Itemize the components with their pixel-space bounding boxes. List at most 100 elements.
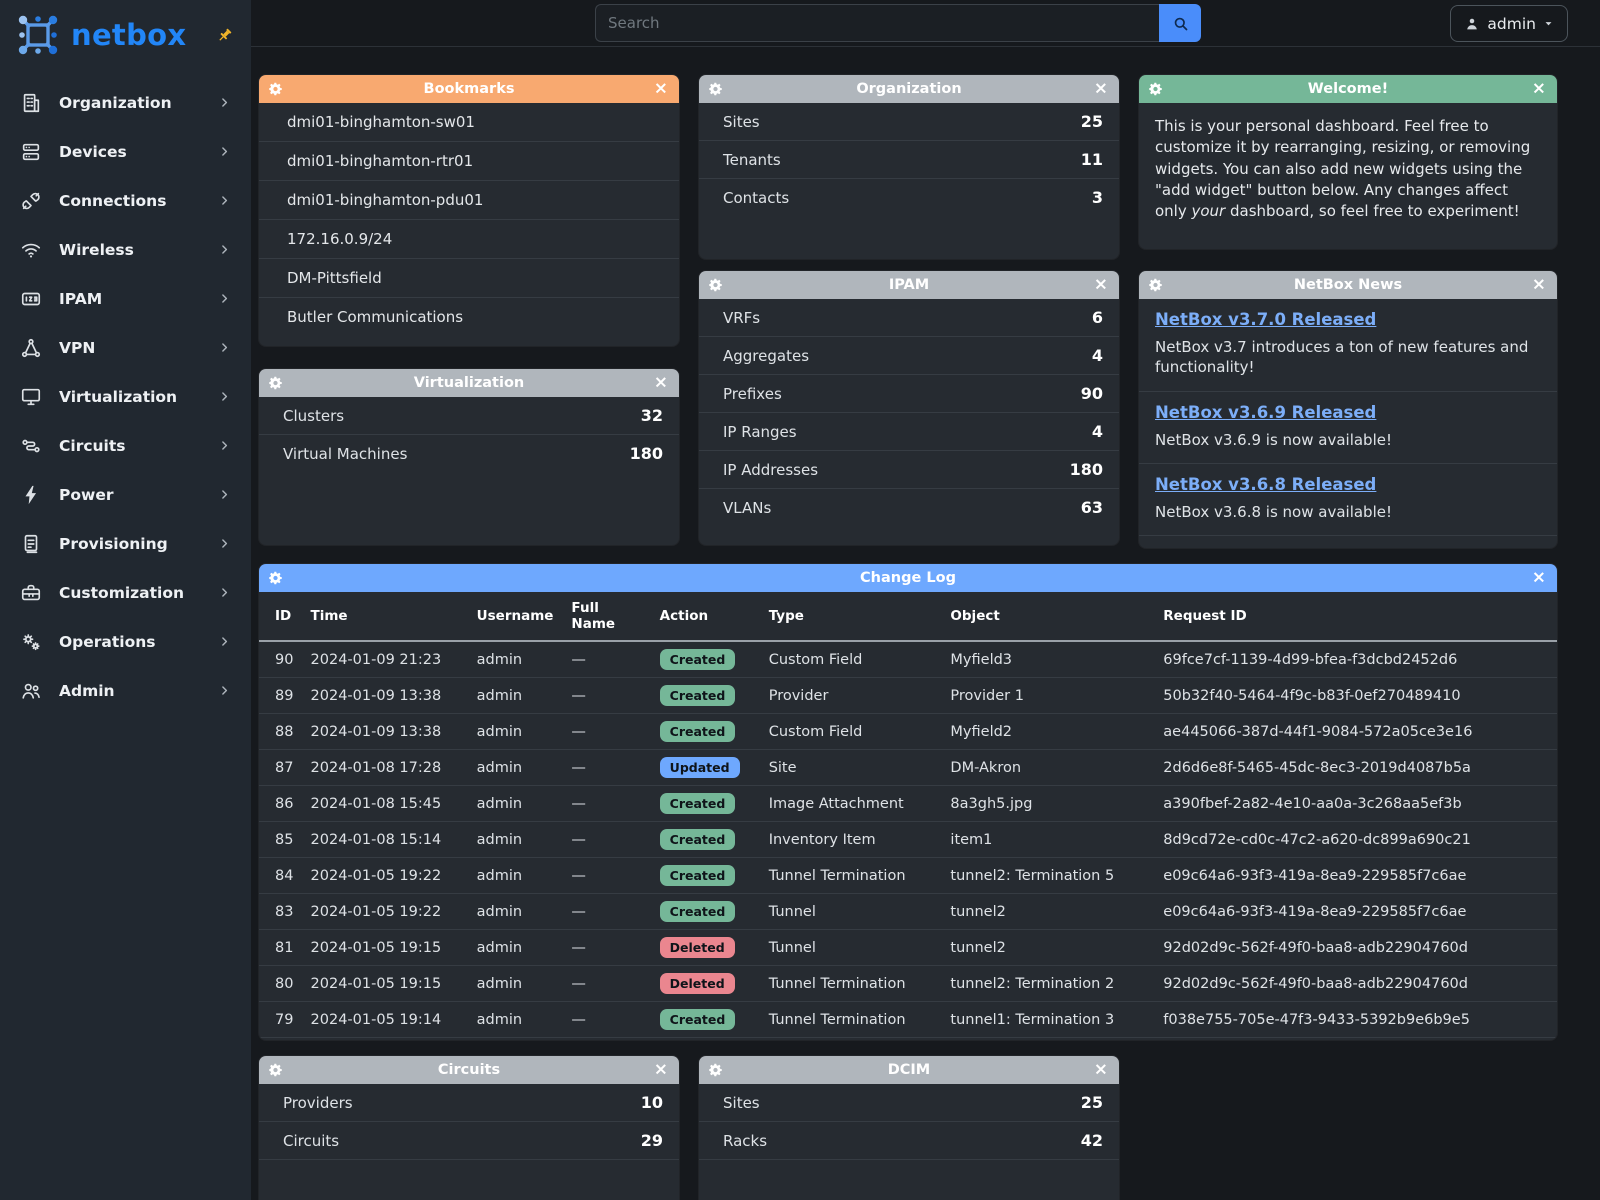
- change-time-link[interactable]: 2024-01-08 15:45: [301, 786, 467, 822]
- change-time-link[interactable]: 2024-01-08 15:14: [301, 822, 467, 858]
- change-time-link[interactable]: 2024-01-09 21:23: [301, 641, 467, 678]
- stat-value[interactable]: 3: [1092, 188, 1103, 207]
- request-id-link[interactable]: 8d9cd72e-cd0c-47c2-a620-dc899a690c21: [1153, 822, 1557, 858]
- stat-label-virtual-machines[interactable]: Virtual Machines: [283, 445, 407, 463]
- stat-label-vrfs[interactable]: VRFs: [723, 309, 760, 327]
- gear-icon[interactable]: [708, 278, 723, 293]
- change-object-link[interactable]: item1: [940, 822, 1153, 858]
- stat-label-aggregates[interactable]: Aggregates: [723, 347, 809, 365]
- stat-value[interactable]: 180: [1070, 460, 1103, 479]
- request-id-link[interactable]: 92d02d9c-562f-49f0-baa8-adb22904760d: [1153, 966, 1557, 1002]
- change-object-link[interactable]: tunnel2: [940, 894, 1153, 930]
- sidebar-item-virtualization[interactable]: Virtualization: [0, 372, 251, 421]
- change-id-link[interactable]: 84: [259, 858, 301, 894]
- stat-label-tenants[interactable]: Tenants: [723, 151, 781, 169]
- bookmark-item[interactable]: dmi01-binghamton-rtr01: [259, 142, 679, 181]
- change-id-link[interactable]: 90: [259, 641, 301, 678]
- request-id-link[interactable]: e09c64a6-93f3-419a-8ea9-229585f7c6ae: [1153, 858, 1557, 894]
- stat-value[interactable]: 25: [1081, 112, 1103, 131]
- stat-label-sites[interactable]: Sites: [723, 113, 760, 131]
- stat-label-sites[interactable]: Sites: [723, 1094, 760, 1112]
- change-id-link[interactable]: 88: [259, 714, 301, 750]
- stat-label-ip-addresses[interactable]: IP Addresses: [723, 461, 818, 479]
- sidebar-item-provisioning[interactable]: Provisioning: [0, 519, 251, 568]
- gear-icon[interactable]: [708, 1063, 723, 1078]
- stat-label-circuits[interactable]: Circuits: [283, 1132, 339, 1150]
- change-id-link[interactable]: 80: [259, 966, 301, 1002]
- stat-value[interactable]: 4: [1092, 422, 1103, 441]
- change-time-link[interactable]: 2024-01-05 19:22: [301, 894, 467, 930]
- sidebar-item-power[interactable]: Power: [0, 470, 251, 519]
- close-icon[interactable]: ×: [1532, 81, 1546, 98]
- bookmark-item[interactable]: DM-Pittsfield: [259, 259, 679, 298]
- gear-icon[interactable]: [268, 571, 283, 586]
- change-id-link[interactable]: 83: [259, 894, 301, 930]
- brand-name[interactable]: netbox: [71, 18, 186, 52]
- gear-icon[interactable]: [708, 82, 723, 97]
- close-icon[interactable]: ×: [1094, 81, 1108, 98]
- stat-label-contacts[interactable]: Contacts: [723, 189, 789, 207]
- sidebar-item-wireless[interactable]: Wireless: [0, 225, 251, 274]
- close-icon[interactable]: ×: [1532, 570, 1546, 587]
- stat-value[interactable]: 25: [1081, 1093, 1103, 1112]
- stat-value[interactable]: 4: [1092, 346, 1103, 365]
- close-icon[interactable]: ×: [654, 81, 668, 98]
- change-object-link[interactable]: Myfield2: [940, 714, 1153, 750]
- stat-value[interactable]: 32: [641, 406, 663, 425]
- gear-icon[interactable]: [1148, 82, 1163, 97]
- stat-value[interactable]: 11: [1081, 150, 1103, 169]
- change-time-link[interactable]: 2024-01-05 19:15: [301, 966, 467, 1002]
- change-time-link[interactable]: 2024-01-05 19:22: [301, 858, 467, 894]
- change-object-link[interactable]: Provider 1: [940, 678, 1153, 714]
- request-id-link[interactable]: 2d6d6e8f-5465-45dc-8ec3-2019d4087b5a: [1153, 750, 1557, 786]
- netbox-logo-icon[interactable]: [14, 11, 62, 59]
- stat-label-vlans[interactable]: VLANs: [723, 499, 771, 517]
- change-time-link[interactable]: 2024-01-08 17:28: [301, 750, 467, 786]
- sidebar-item-connections[interactable]: Connections: [0, 176, 251, 225]
- sidebar-item-devices[interactable]: Devices: [0, 127, 251, 176]
- change-id-link[interactable]: 89: [259, 678, 301, 714]
- change-id-link[interactable]: 85: [259, 822, 301, 858]
- search-button[interactable]: [1159, 4, 1201, 42]
- news-link[interactable]: NetBox v3.6.8 Released: [1155, 475, 1376, 494]
- gear-icon[interactable]: [268, 376, 283, 391]
- request-id-link[interactable]: 50b32f40-5464-4f9c-b83f-0ef270489410: [1153, 678, 1557, 714]
- news-link[interactable]: NetBox v3.6.9 Released: [1155, 403, 1376, 422]
- request-id-link[interactable]: 92d02d9c-562f-49f0-baa8-adb22904760d: [1153, 930, 1557, 966]
- sidebar-item-customization[interactable]: Customization: [0, 568, 251, 617]
- request-id-link[interactable]: f038e755-705e-47f3-9433-5392b9e6b9e5: [1153, 1002, 1557, 1038]
- change-object-link[interactable]: tunnel2: Termination 5: [940, 858, 1153, 894]
- bookmark-item[interactable]: dmi01-binghamton-pdu01: [259, 181, 679, 220]
- stat-label-providers[interactable]: Providers: [283, 1094, 353, 1112]
- stat-value[interactable]: 6: [1092, 308, 1103, 327]
- stat-value[interactable]: 29: [641, 1131, 663, 1150]
- user-menu-button[interactable]: admin: [1450, 5, 1568, 42]
- close-icon[interactable]: ×: [654, 375, 668, 392]
- news-link[interactable]: NetBox v3.7.0 Released: [1155, 310, 1376, 329]
- bookmark-item[interactable]: dmi01-binghamton-sw01: [259, 103, 679, 142]
- sidebar-item-operations[interactable]: Operations: [0, 617, 251, 666]
- change-time-link[interactable]: 2024-01-05 19:14: [301, 1002, 467, 1038]
- sidebar-item-admin[interactable]: Admin: [0, 666, 251, 715]
- request-id-link[interactable]: a390fbef-2a82-4e10-aa0a-3c268aa5ef3b: [1153, 786, 1557, 822]
- change-object-link[interactable]: DM-Akron: [940, 750, 1153, 786]
- sidebar-item-circuits[interactable]: Circuits: [0, 421, 251, 470]
- change-id-link[interactable]: 87: [259, 750, 301, 786]
- bookmark-item[interactable]: 172.16.0.9/24: [259, 220, 679, 259]
- change-object-link[interactable]: tunnel1: Termination 3: [940, 1002, 1153, 1038]
- bookmark-item[interactable]: Butler Communications: [259, 298, 679, 336]
- stat-label-racks[interactable]: Racks: [723, 1132, 767, 1150]
- sidebar-pin-icon[interactable]: [213, 24, 235, 46]
- gear-icon[interactable]: [268, 1063, 283, 1078]
- stat-value[interactable]: 10: [641, 1093, 663, 1112]
- close-icon[interactable]: ×: [1094, 1062, 1108, 1079]
- sidebar-item-ipam[interactable]: IPAM: [0, 274, 251, 323]
- change-time-link[interactable]: 2024-01-09 13:38: [301, 714, 467, 750]
- stat-value[interactable]: 63: [1081, 498, 1103, 517]
- change-time-link[interactable]: 2024-01-09 13:38: [301, 678, 467, 714]
- change-time-link[interactable]: 2024-01-05 19:15: [301, 930, 467, 966]
- stat-value[interactable]: 180: [630, 444, 663, 463]
- close-icon[interactable]: ×: [1094, 277, 1108, 294]
- search-input[interactable]: [595, 4, 1159, 42]
- change-id-link[interactable]: 81: [259, 930, 301, 966]
